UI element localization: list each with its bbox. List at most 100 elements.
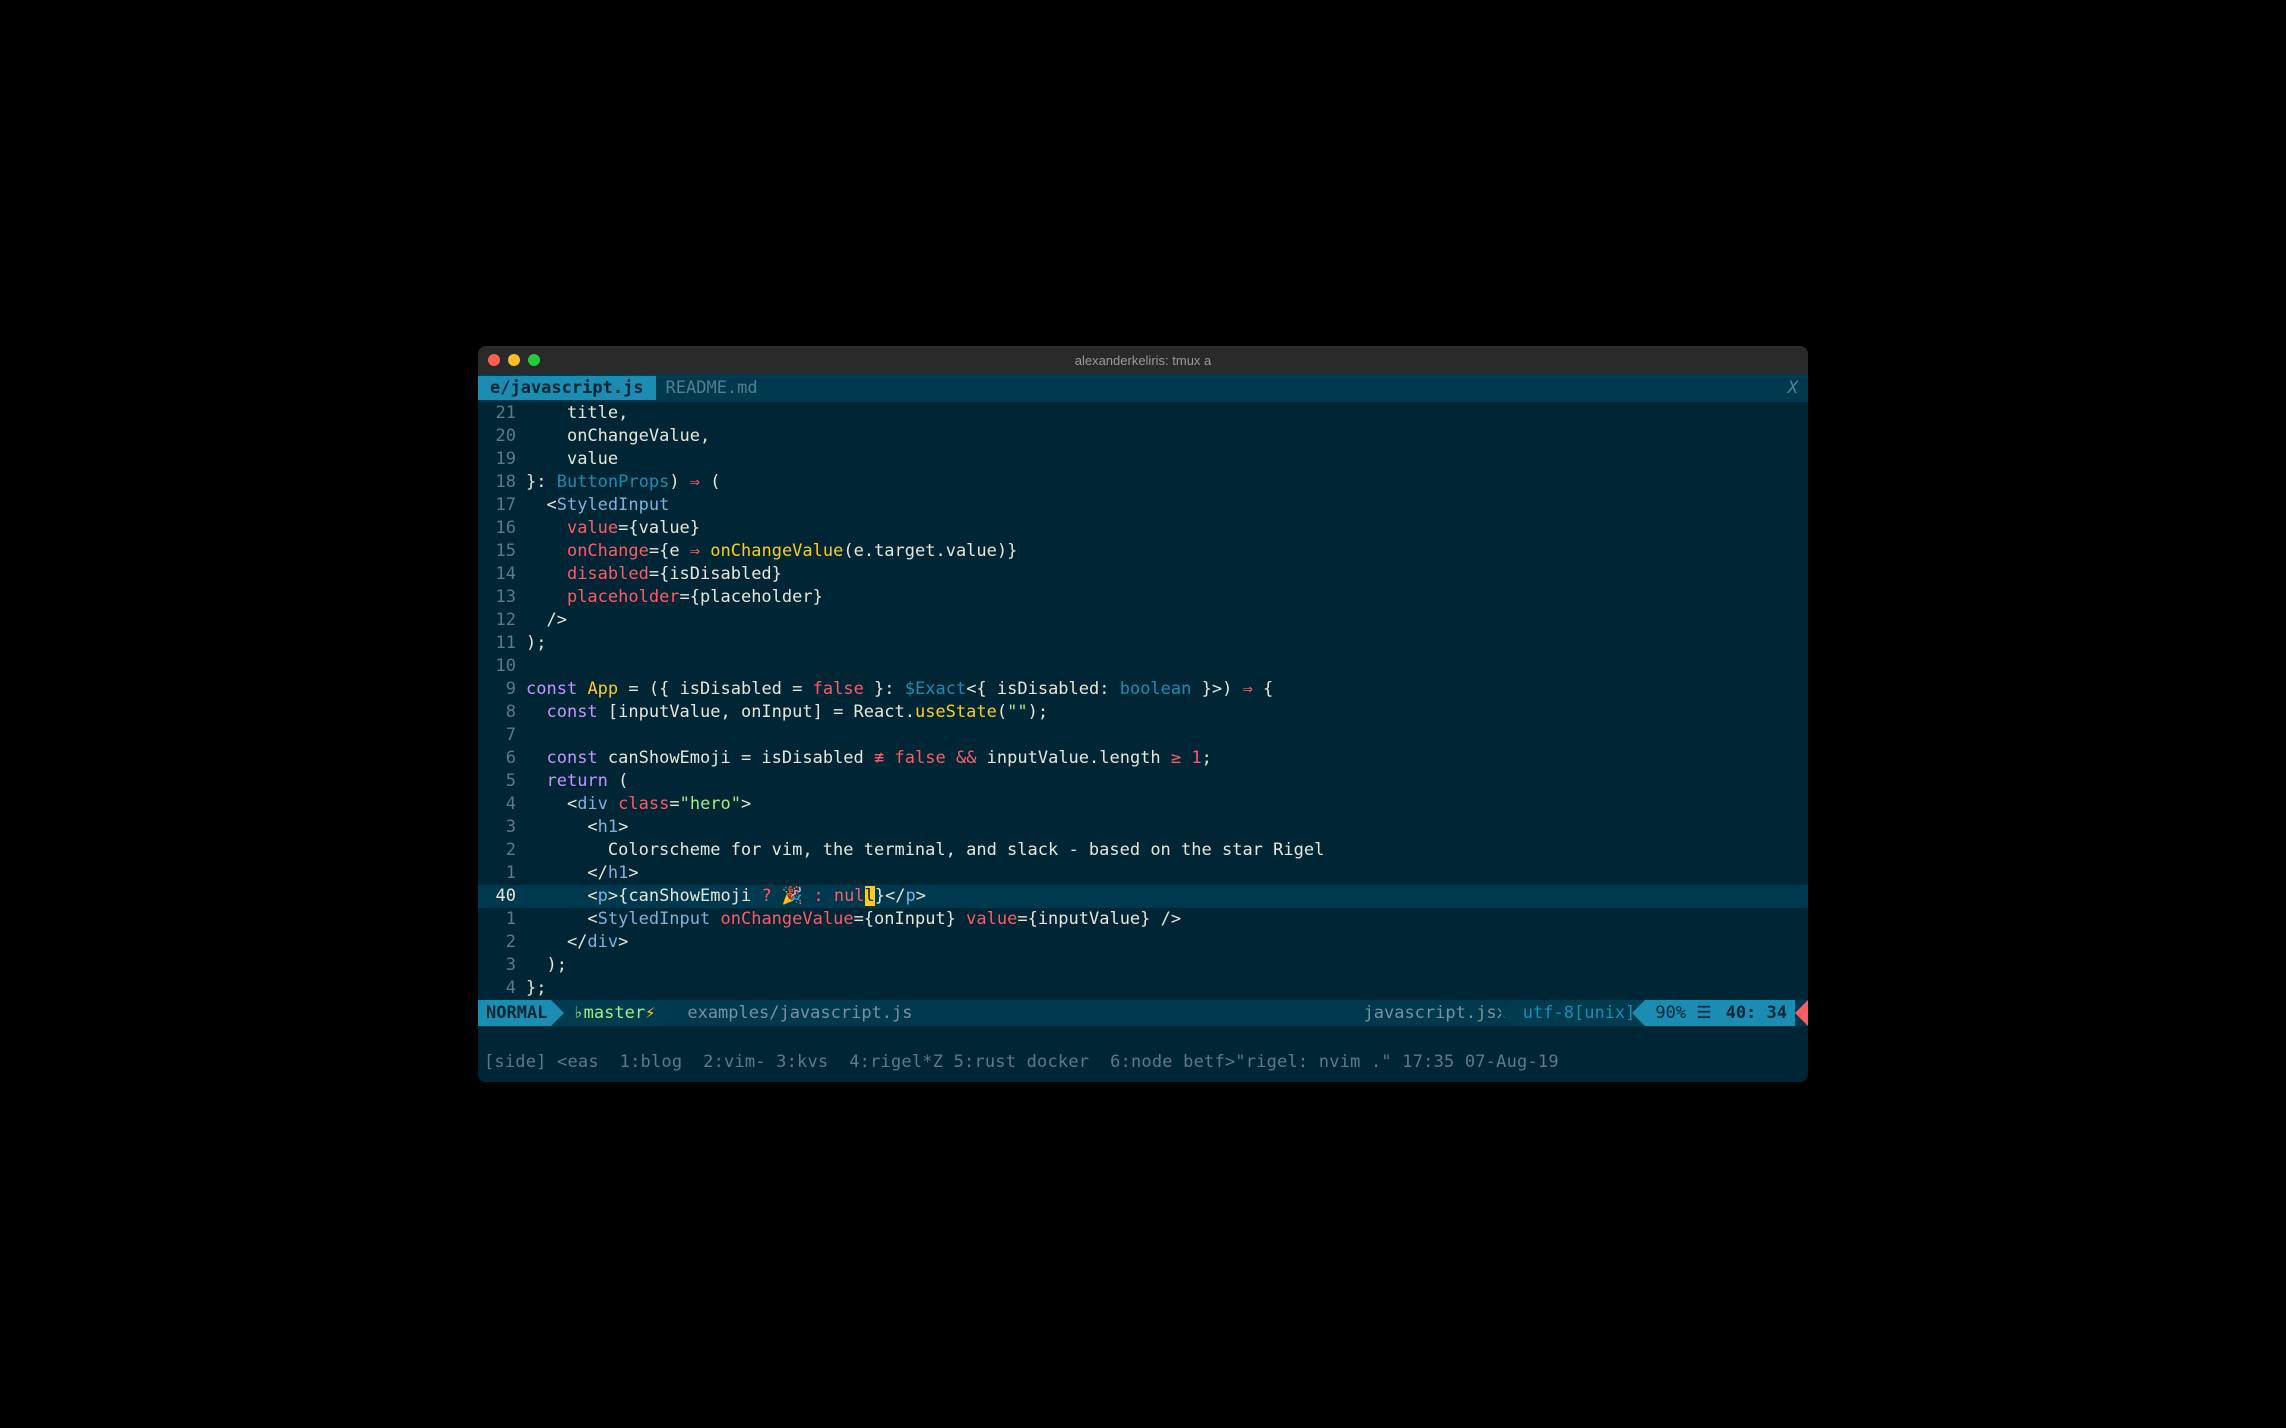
traffic-lights (488, 354, 540, 366)
code-content: <h1> (526, 816, 1808, 839)
line-number: 4 (478, 793, 526, 816)
bolt-icon: ⚡ (645, 1003, 655, 1023)
cursor-position: 40: 34 (1722, 1000, 1795, 1026)
code-line[interactable]: 1 <StyledInput onChangeValue={onInput} v… (478, 908, 1808, 931)
git-branch: ♭master⚡ (551, 1000, 661, 1026)
line-number: 19 (478, 448, 526, 471)
statusline: NORMAL ♭master⚡ examples/javascript.js j… (478, 1000, 1808, 1026)
code-line[interactable]: 3 <h1> (478, 816, 1808, 839)
code-line[interactable]: 7 (478, 724, 1808, 747)
code-line[interactable]: 4}; (478, 977, 1808, 1000)
code-line[interactable]: 8 const [inputValue, onInput] = React.us… (478, 701, 1808, 724)
code-line[interactable]: 5 return ( (478, 770, 1808, 793)
mode-indicator: NORMAL (478, 1000, 551, 1026)
code-content: value (526, 448, 1808, 471)
code-line[interactable]: 1 </h1> (478, 862, 1808, 885)
code-content: /> (526, 609, 1808, 632)
line-number: 1 (478, 908, 526, 931)
line-number: 4 (478, 977, 526, 1000)
code-line[interactable]: 40 <p>{canShowEmoji ? 🎉 : null}</p> (478, 885, 1808, 908)
code-line[interactable]: 14 disabled={isDisabled} (478, 563, 1808, 586)
line-number: 13 (478, 586, 526, 609)
line-number: 16 (478, 517, 526, 540)
line-number: 9 (478, 678, 526, 701)
code-line[interactable]: 19 value (478, 448, 1808, 471)
line-number: 3 (478, 816, 526, 839)
code-content: onChange={e ⇒ onChangeValue(e.target.val… (526, 540, 1808, 563)
code-line[interactable]: 3 ); (478, 954, 1808, 977)
code-line[interactable]: 2 Colorscheme for vim, the terminal, and… (478, 839, 1808, 862)
code-line[interactable]: 11); (478, 632, 1808, 655)
branch-name: master (584, 1003, 645, 1023)
code-line[interactable]: 2 </div> (478, 931, 1808, 954)
line-number: 12 (478, 609, 526, 632)
code-line[interactable]: 13 placeholder={placeholder} (478, 586, 1808, 609)
line-number: 21 (478, 402, 526, 425)
maximize-icon[interactable] (528, 354, 540, 366)
line-number: 1 (478, 862, 526, 885)
line-number: 20 (478, 425, 526, 448)
line-number: 40 (478, 885, 526, 908)
code-line[interactable]: 4 <div class="hero"> (478, 793, 1808, 816)
code-content: ); (526, 954, 1808, 977)
line-number: 15 (478, 540, 526, 563)
line-number: 3 (478, 954, 526, 977)
line-number: 7 (478, 724, 526, 747)
code-line[interactable]: 12 /> (478, 609, 1808, 632)
tmux-statusbar: [side] <eas 1:blog 2:vim- 3:kvs 4:rigel*… (478, 1026, 1808, 1082)
file-path: examples/javascript.js (661, 1000, 922, 1026)
code-content: </div> (526, 931, 1808, 954)
filetype: javascript.jsx (1354, 1000, 1513, 1026)
line-number: 5 (478, 770, 526, 793)
line-number: 10 (478, 655, 526, 678)
code-line[interactable]: 20 onChangeValue, (478, 425, 1808, 448)
branch-icon: ♭ (573, 1003, 583, 1023)
tab-close[interactable]: X (1778, 378, 1808, 398)
code-line[interactable]: 21 title, (478, 402, 1808, 425)
code-line[interactable]: 15 onChange={e ⇒ onChangeValue(e.target.… (478, 540, 1808, 563)
code-content: <div class="hero"> (526, 793, 1808, 816)
code-line[interactable]: 17 <StyledInput (478, 494, 1808, 517)
code-line[interactable]: 10 (478, 655, 1808, 678)
code-content: const canShowEmoji = isDisabled ≢ false … (526, 747, 1808, 770)
code-content: return ( (526, 770, 1808, 793)
code-content: const [inputValue, onInput] = React.useS… (526, 701, 1808, 724)
line-number: 2 (478, 839, 526, 862)
editor[interactable]: 21 title,20 onChangeValue,19 value18}: B… (478, 402, 1808, 1000)
tabbar: e/javascript.js README.md X (478, 374, 1808, 402)
minimize-icon[interactable] (508, 354, 520, 366)
code-content: <StyledInput (526, 494, 1808, 517)
code-content: onChangeValue, (526, 425, 1808, 448)
line-number: 6 (478, 747, 526, 770)
code-line[interactable]: 9const App = ({ isDisabled = false }: $E… (478, 678, 1808, 701)
line-number: 2 (478, 931, 526, 954)
percent: 90% ☰ (1645, 1000, 1721, 1026)
code-content: }: ButtonProps) ⇒ ( (526, 471, 1808, 494)
code-content: <p>{canShowEmoji ? 🎉 : null}</p> (526, 885, 1808, 908)
code-line[interactable]: 16 value={value} (478, 517, 1808, 540)
line-number: 18 (478, 471, 526, 494)
code-content: <StyledInput onChangeValue={onInput} val… (526, 908, 1808, 931)
tab-readme[interactable]: README.md (656, 376, 768, 400)
code-content: </h1> (526, 862, 1808, 885)
code-content: Colorscheme for vim, the terminal, and s… (526, 839, 1808, 862)
code-line[interactable]: 6 const canShowEmoji = isDisabled ≢ fals… (478, 747, 1808, 770)
code-content: ); (526, 632, 1808, 655)
encoding: utf-8[unix] (1513, 1000, 1646, 1026)
code-content: title, (526, 402, 1808, 425)
code-content: const App = ({ isDisabled = false }: $Ex… (526, 678, 1808, 701)
close-icon[interactable] (488, 354, 500, 366)
code-content (526, 655, 1808, 678)
code-content (526, 724, 1808, 747)
window-title: alexanderkeliris: tmux a (1075, 353, 1212, 368)
line-number: 14 (478, 563, 526, 586)
line-number: 11 (478, 632, 526, 655)
titlebar: alexanderkeliris: tmux a (478, 346, 1808, 374)
code-content: disabled={isDisabled} (526, 563, 1808, 586)
code-content: value={value} (526, 517, 1808, 540)
code-content: placeholder={placeholder} (526, 586, 1808, 609)
code-content: }; (526, 977, 1808, 1000)
line-number: 8 (478, 701, 526, 724)
code-line[interactable]: 18}: ButtonProps) ⇒ ( (478, 471, 1808, 494)
tab-javascript[interactable]: e/javascript.js (478, 376, 656, 400)
